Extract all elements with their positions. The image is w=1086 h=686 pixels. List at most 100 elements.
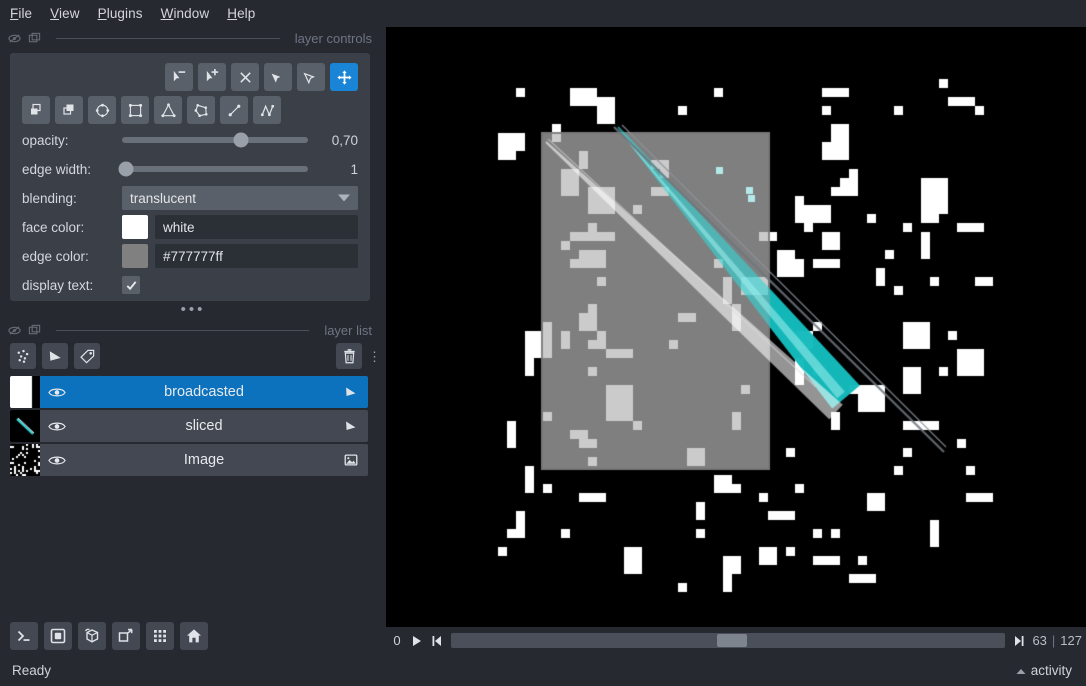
layer-list-toolbar: ⋮ [0,341,386,371]
edge-color-input[interactable]: #777777ff [155,244,358,268]
layer-row[interactable]: broadcasted [10,376,368,408]
layer-type-icon [334,452,368,468]
chevron-up-icon [1016,663,1026,678]
shape-tools-row-2 [22,96,358,124]
display-text-label: display text: [22,277,94,293]
menu-item-view[interactable]: View [50,6,79,21]
last-frame-button[interactable] [1012,633,1027,649]
layer-thumbnail [10,410,40,442]
layer-thumbnail [10,444,40,476]
menu-item-help[interactable]: Help [227,6,255,21]
float-dock-icon[interactable] [8,32,21,45]
add-ellipse-tool[interactable] [88,96,116,124]
dimension-slider-bar: 0 63 | 127 [386,627,1086,654]
blending-select[interactable]: translucent [122,186,358,210]
opacity-row: opacity: 0,70 [22,127,358,153]
first-frame-button[interactable] [429,633,444,649]
add-path-tool[interactable] [253,96,281,124]
pan-zoom-tool[interactable] [330,63,358,91]
add-line-tool[interactable] [220,96,248,124]
layer-controls-panel: opacity: 0,70 edge width: 1 blending: tr… [10,53,370,301]
layer-visibility-toggle[interactable] [40,386,74,399]
select-shapes-tool[interactable] [264,63,292,91]
transpose-dims-button[interactable] [112,622,140,650]
status-text: Ready [12,662,52,678]
dimension-max-value: 127 [1060,633,1082,648]
layer-row[interactable]: sliced [10,410,368,442]
face-color-swatch[interactable] [122,215,148,239]
layer-type-icon [334,418,368,434]
edge-width-row: edge width: 1 [22,156,358,182]
activity-button[interactable]: activity [1016,663,1072,678]
edge-color-swatch[interactable] [122,244,148,268]
viewer-buttons [10,622,208,650]
dock-resize-grip[interactable]: ••• [0,301,386,319]
move-back-tool[interactable] [22,96,50,124]
edge-width-slider-handle[interactable] [118,161,134,177]
layer-list-dock-title: layer list [0,319,386,341]
new-labels-layer-button[interactable] [74,343,100,369]
layer-visibility-toggle[interactable] [40,454,74,467]
display-text-row: display text: [22,272,358,298]
dimension-slider[interactable] [451,633,1006,648]
layer-visibility-toggle[interactable] [40,420,74,433]
layer-list-menu-button[interactable]: ⋮ [368,350,381,363]
face-color-row: face color: white [22,214,358,240]
new-points-layer-button[interactable] [10,343,36,369]
delete-shape-tool[interactable] [231,63,259,91]
activity-label: activity [1030,662,1072,678]
float-dock-icon-2[interactable] [8,324,21,337]
layer-list-title: layer list [324,322,372,338]
layer-name: broadcasted [164,384,244,400]
delete-layer-button[interactable] [336,343,362,369]
dock-divider [56,37,280,39]
edge-width-slider[interactable] [118,161,308,177]
opacity-slider-handle[interactable] [233,132,249,148]
move-front-tool[interactable] [55,96,83,124]
blending-label: blending: [22,190,77,206]
select-vertex-insert-tool[interactable] [198,63,226,91]
roll-dims-button[interactable] [78,622,106,650]
edge-width-label: edge width: [22,161,92,177]
select-vertex-remove-tool[interactable] [165,63,193,91]
console-button[interactable] [10,622,38,650]
popout-dock-icon[interactable] [28,32,41,45]
play-button[interactable] [409,633,424,649]
layer-thumbnail [10,376,40,408]
face-color-input[interactable]: white [155,215,358,239]
add-polygon-tool[interactable] [154,96,182,124]
dimension-separator: | [1051,633,1056,648]
menu-item-window[interactable]: Window [161,6,210,21]
add-rectangle-tool[interactable] [121,96,149,124]
canvas-scene[interactable] [386,27,1086,627]
add-polygon-lasso-tool[interactable] [187,96,215,124]
layer-name: sliced [185,418,223,434]
direct-select-tool[interactable] [297,63,325,91]
blending-value: translucent [130,190,197,206]
left-dock: layer controls opacity: 0,70 edge width:… [0,27,386,686]
layer-controls-dock-title: layer controls [0,27,386,49]
dim-axis-label: 0 [393,633,401,648]
dimension-slider-handle[interactable] [717,634,748,647]
face-color-label: face color: [22,219,85,235]
edge-width-value: 1 [350,161,358,177]
status-bar: Ready activity [0,654,1086,686]
dimension-current-value: 63 [1032,633,1047,648]
popout-dock-icon-2[interactable] [28,324,41,337]
layer-row[interactable]: Image [10,444,368,476]
menu-item-plugins[interactable]: Plugins [98,6,143,21]
dock-divider-2 [56,329,310,331]
opacity-slider[interactable] [122,132,308,148]
menu-item-file[interactable]: File [10,6,32,21]
new-shapes-layer-button[interactable] [42,343,68,369]
ndisplay-button[interactable] [44,622,72,650]
viewer-canvas[interactable] [386,27,1086,627]
edge-color-row: edge color: #777777ff [22,243,358,269]
opacity-label: opacity: [22,132,69,148]
blending-row: blending: translucent [22,185,358,211]
shape-tools-row-1 [22,63,358,91]
menu-bar: File View Plugins Window Help [0,0,1086,27]
reset-view-button[interactable] [180,622,208,650]
grid-view-button[interactable] [146,622,174,650]
display-text-checkbox[interactable] [122,276,140,294]
